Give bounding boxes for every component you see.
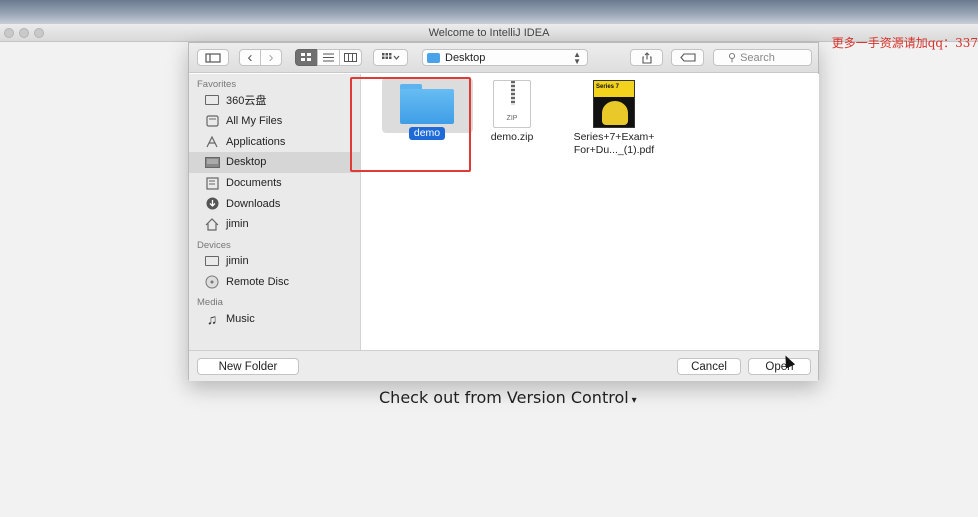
chevron-left-icon: ‹ [247, 49, 253, 66]
checkout-vcs-label: Check out from Version Control [379, 388, 629, 407]
finder-sidebar: Favorites 360云盘 All My Files Application… [189, 74, 361, 350]
list-view-button[interactable] [317, 49, 340, 66]
sidebar-item-label: Documents [226, 177, 282, 190]
home-icon [204, 218, 220, 231]
checkout-vcs-action[interactable]: Check out from Version Control ▾ [379, 388, 637, 407]
window-title: Welcome to IntelliJ IDEA [428, 27, 550, 39]
window-controls[interactable] [4, 28, 44, 38]
cancel-button[interactable]: Cancel [677, 358, 741, 375]
disc-icon [204, 275, 220, 289]
search-icon: ⚲ [728, 52, 737, 64]
files-icon [204, 115, 220, 127]
sidebar-item-label: Desktop [226, 156, 267, 169]
sidebar-section-header: Devices [197, 239, 231, 251]
sidebar-item-desktop[interactable]: Desktop [189, 152, 360, 173]
location-dropdown[interactable]: Desktop ▲ ▼ [422, 49, 588, 66]
search-field[interactable]: ⚲ Search [713, 49, 812, 66]
watermark-text: 更多一手资源请加qq：337 [831, 36, 978, 50]
downloads-icon [204, 197, 220, 210]
tags-button[interactable] [671, 49, 704, 66]
location-label: Desktop [445, 51, 486, 64]
desktop-icon [204, 156, 220, 168]
back-button[interactable]: ‹ [239, 49, 261, 66]
sidebar-item-applications[interactable]: Applications [189, 131, 360, 152]
sidebar-icon [205, 52, 221, 63]
music-icon: ♫ [206, 310, 218, 327]
sidebar-toggle-button[interactable] [197, 49, 229, 66]
highlight-annotation-box [350, 77, 471, 172]
forward-button[interactable]: › [260, 49, 282, 66]
search-placeholder: Search [740, 51, 775, 64]
minimize-window-button[interactable] [19, 28, 29, 38]
sidebar-item-label: jimin [226, 218, 249, 231]
arrange-icon [381, 53, 399, 60]
chevron-right-icon: › [268, 49, 274, 66]
tag-icon [679, 53, 696, 62]
documents-icon [204, 176, 220, 190]
sidebar-item-device-jimin[interactable]: jimin [189, 251, 360, 272]
folder-icon [427, 52, 440, 63]
dialog-footer: New Folder Cancel Open [189, 350, 818, 381]
dialog-toolbar: ‹ › Desktop ▲ ▼ ⚲ Search [189, 43, 818, 73]
file-name: Series+7+Exam+ For+Du..._(1).pdf [573, 131, 655, 156]
zip-badge: ZIP [506, 115, 518, 122]
sidebar-item-label: jimin [226, 255, 249, 268]
applications-icon [204, 135, 220, 148]
chevron-down-icon: ▾ [631, 395, 637, 406]
book-cover-title: Series 7 [596, 84, 620, 90]
grid-view-icon [301, 53, 311, 61]
sidebar-section-header: Media [197, 297, 223, 309]
open-file-dialog: ‹ › Desktop ▲ ▼ ⚲ Search Favorites 360云盘… [188, 42, 819, 381]
drive-icon [204, 94, 220, 106]
column-view-button[interactable] [339, 49, 362, 66]
list-view-icon [323, 53, 334, 62]
computer-icon [204, 255, 220, 267]
sidebar-item-home[interactable]: jimin [189, 214, 360, 235]
sidebar-item-documents[interactable]: Documents [189, 173, 360, 194]
sidebar-item-label: Remote Disc [226, 275, 289, 288]
new-folder-button[interactable]: New Folder [197, 358, 299, 375]
share-button[interactable] [630, 49, 663, 66]
column-view-icon [344, 53, 357, 62]
share-icon [641, 51, 652, 64]
sidebar-item-label: Applications [226, 135, 286, 148]
sidebar-item-label: Music [226, 312, 255, 325]
sidebar-section-header: Favorites [197, 79, 237, 90]
sidebar-item-label: All My Files [226, 115, 283, 128]
zip-file-icon: ZIP [493, 80, 531, 128]
close-window-button[interactable] [4, 28, 14, 38]
file-name: demo.zip [490, 131, 534, 143]
sidebar-item-label: Downloads [226, 197, 281, 210]
icon-view-button[interactable] [295, 49, 318, 66]
sidebar-item-label: 360云盘 [226, 95, 267, 108]
desktop-background [0, 0, 978, 24]
sidebar-item-downloads[interactable]: Downloads [189, 193, 360, 214]
sidebar-item-music[interactable]: ♫ Music [189, 308, 360, 329]
file-item-series7-pdf[interactable]: Series 7 Series+7+Exam+ For+Du..._(1).pd… [564, 80, 664, 157]
zoom-window-button[interactable] [34, 28, 44, 38]
sidebar-item-remote-disc[interactable]: Remote Disc [189, 272, 360, 293]
pdf-thumbnail-icon: Series 7 [593, 80, 635, 128]
sidebar-item-all-my-files[interactable]: All My Files [189, 111, 360, 132]
sidebar-item-360yunpan[interactable]: 360云盘 [189, 90, 360, 111]
open-button[interactable]: Open [748, 358, 811, 375]
arrange-menu-button[interactable] [373, 49, 408, 66]
updown-chevron-icon: ▲ ▼ [573, 49, 581, 66]
file-item-demo-zip[interactable]: ZIP demo.zip [467, 80, 557, 144]
